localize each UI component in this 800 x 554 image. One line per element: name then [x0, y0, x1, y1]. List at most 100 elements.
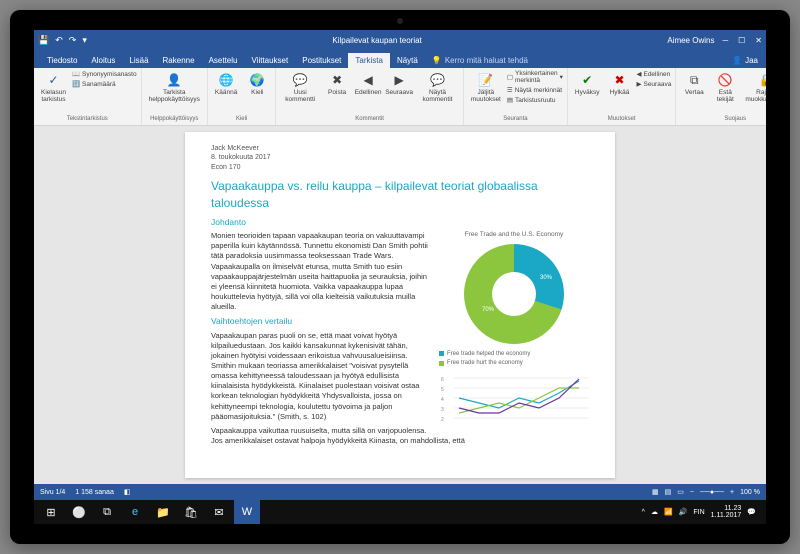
- edge-icon[interactable]: e: [122, 500, 148, 524]
- mail-icon[interactable]: ✉: [206, 500, 232, 524]
- tab-references[interactable]: Viittaukset: [244, 53, 295, 68]
- comment-icon: 💬: [292, 72, 308, 88]
- reject-button[interactable]: ✖Hylkää: [605, 70, 633, 98]
- search-button[interactable]: ⚪: [66, 500, 92, 524]
- tray-volume-icon[interactable]: 🔊: [679, 508, 688, 516]
- group-comments-label: Kommentit: [280, 116, 459, 123]
- show-comments-button[interactable]: 💬Näytä kommentit: [416, 70, 459, 105]
- next-comment-button[interactable]: ▶Seuraava: [385, 70, 413, 98]
- dropdown-icon: ▢: [507, 73, 513, 81]
- prev-comment-button[interactable]: ◀Edellinen: [354, 70, 382, 98]
- compare-button[interactable]: ⧉Vertaa: [680, 70, 708, 98]
- accept-icon: ✔: [579, 72, 595, 88]
- group-changes-label: Muutokset: [572, 116, 671, 123]
- lock-icon: 🔒: [758, 72, 766, 88]
- tab-design[interactable]: Rakenne: [156, 53, 202, 68]
- count-icon: 🔢: [72, 80, 80, 88]
- new-comment-button[interactable]: 💬Uusi kommentti: [280, 70, 320, 105]
- user-name[interactable]: Aimee Owins: [667, 36, 714, 45]
- tray-language[interactable]: FIN: [693, 509, 704, 516]
- doc-date: 8. toukokuuta 2017: [211, 153, 589, 162]
- tray-clock[interactable]: 11.23 1.11.2017: [711, 505, 742, 519]
- block-icon: 🚫: [717, 72, 733, 88]
- start-button[interactable]: ⊞: [38, 500, 64, 524]
- tray-network-icon[interactable]: 📶: [664, 508, 673, 516]
- explorer-icon[interactable]: 📁: [150, 500, 176, 524]
- compare-icon: ⧉: [686, 72, 702, 88]
- tab-review[interactable]: Tarkista: [348, 53, 390, 68]
- prev-change-button[interactable]: ◀Edellinen: [636, 70, 671, 78]
- zoom-slider[interactable]: ──●──: [700, 489, 724, 496]
- doc-author: Jack McKeever: [211, 144, 589, 153]
- svg-text:3: 3: [441, 407, 444, 413]
- view-web-icon[interactable]: ▭: [677, 488, 684, 496]
- delete-icon: ✖: [329, 72, 345, 88]
- reviewing-pane-button[interactable]: ▤Tarkistusruutu: [507, 96, 563, 104]
- minimize-icon[interactable]: ─: [722, 36, 728, 45]
- accessibility-icon: 👤: [166, 72, 182, 88]
- wordcount-button[interactable]: 🔢Sanamäärä: [72, 80, 137, 88]
- tab-mailings[interactable]: Postitukset: [295, 53, 348, 68]
- close-icon[interactable]: ✕: [755, 36, 762, 45]
- page-indicator[interactable]: Sivu 1/4: [40, 489, 65, 496]
- view-read-icon[interactable]: ▦: [652, 488, 659, 496]
- zoom-in-icon[interactable]: +: [730, 489, 734, 496]
- tab-view[interactable]: Näytä: [390, 53, 425, 68]
- show-markup-button[interactable]: ☰Näytä merkinnät: [507, 86, 563, 94]
- tab-home[interactable]: Aloitus: [84, 53, 122, 68]
- tab-file[interactable]: Tiedosto: [40, 53, 84, 68]
- view-print-icon[interactable]: ▤: [665, 488, 672, 496]
- save-icon[interactable]: 💾: [38, 35, 49, 46]
- undo-icon[interactable]: ↶: [55, 35, 63, 46]
- prev-icon: ◀: [360, 72, 376, 88]
- store-icon[interactable]: 🛍: [178, 500, 204, 524]
- redo-icon[interactable]: ↷: [69, 35, 77, 46]
- track-icon: 📝: [478, 72, 494, 88]
- tell-me-search[interactable]: 💡Kerro mitä haluat tehdä: [425, 53, 535, 68]
- block-authors-button[interactable]: 🚫Estä tekijät: [711, 70, 739, 105]
- ribbon: ✓Kielasun tarkistus 📖Synonyymisanasto 🔢S…: [34, 68, 766, 126]
- show-icon: 💬: [429, 72, 445, 88]
- thesaurus-button[interactable]: 📖Synonyymisanasto: [72, 70, 137, 78]
- accessibility-button[interactable]: 👤Tarkista helppokäyttöisyys: [146, 70, 203, 105]
- accept-button[interactable]: ✔Hyväksy: [572, 70, 603, 98]
- donut-value-2: 70%: [482, 306, 494, 314]
- share-button[interactable]: 👤Jaa: [724, 53, 766, 68]
- maximize-icon[interactable]: ☐: [738, 36, 745, 45]
- markup-dropdown[interactable]: ▢Yksinkertainen merkintä▾: [507, 70, 563, 84]
- group-language-label: Kieli: [212, 116, 271, 123]
- next-icon: ▶: [391, 72, 407, 88]
- taskview-button[interactable]: ⧉: [94, 500, 120, 524]
- list-icon: ☰: [507, 86, 513, 94]
- spelling-button[interactable]: ✓Kielasun tarkistus: [38, 70, 69, 105]
- language-indicator[interactable]: ◧: [124, 488, 131, 496]
- group-tracking-label: Seuranta: [468, 116, 563, 123]
- chart-title: Free Trade and the U.S. Economy: [439, 231, 589, 240]
- language-button[interactable]: 🌍Kieli: [243, 70, 271, 98]
- doc-heading-1: Vapaakauppa vs. reilu kauppa – kilpailev…: [211, 178, 589, 210]
- track-changes-button[interactable]: 📝Jäljitä muutokset: [468, 70, 504, 105]
- restrict-edit-button[interactable]: 🔒Rajoita muokkaamista: [742, 70, 766, 105]
- status-bar: Sivu 1/4 1 158 sanaa ◧ ▦ ▤ ▭ − ──●── + 1…: [34, 484, 766, 500]
- document-area[interactable]: Jack McKeever 8. toukokuuta 2017 Econ 17…: [34, 126, 766, 484]
- donut-value-1: 30%: [540, 274, 552, 282]
- abc-check-icon: ✓: [45, 72, 61, 88]
- delete-comment-button[interactable]: ✖Poista: [323, 70, 351, 98]
- svg-text:2: 2: [441, 417, 444, 423]
- translate-button[interactable]: 🌐Käännä: [212, 70, 240, 98]
- tab-layout[interactable]: Asettelu: [202, 53, 245, 68]
- tray-up-icon[interactable]: ^: [642, 509, 645, 516]
- zoom-out-icon[interactable]: −: [690, 489, 694, 496]
- book-icon: 📖: [72, 70, 80, 78]
- word-icon[interactable]: W: [234, 500, 260, 524]
- notifications-icon[interactable]: 💬: [747, 508, 756, 516]
- page: Jack McKeever 8. toukokuuta 2017 Econ 17…: [185, 132, 615, 478]
- globe-icon: 🌍: [249, 72, 265, 88]
- tab-insert[interactable]: Lisää: [122, 53, 155, 68]
- next-change-button[interactable]: ▶Seuraava: [636, 80, 671, 88]
- tray-onedrive-icon[interactable]: ☁: [651, 508, 658, 516]
- zoom-level[interactable]: 100 %: [740, 489, 760, 496]
- windows-taskbar: ⊞ ⚪ ⧉ e 📁 🛍 ✉ W ^ ☁ 📶 🔊 FIN 11.23 1.11.2…: [34, 500, 766, 524]
- word-count[interactable]: 1 158 sanaa: [75, 489, 114, 496]
- bulb-icon: 💡: [432, 56, 442, 65]
